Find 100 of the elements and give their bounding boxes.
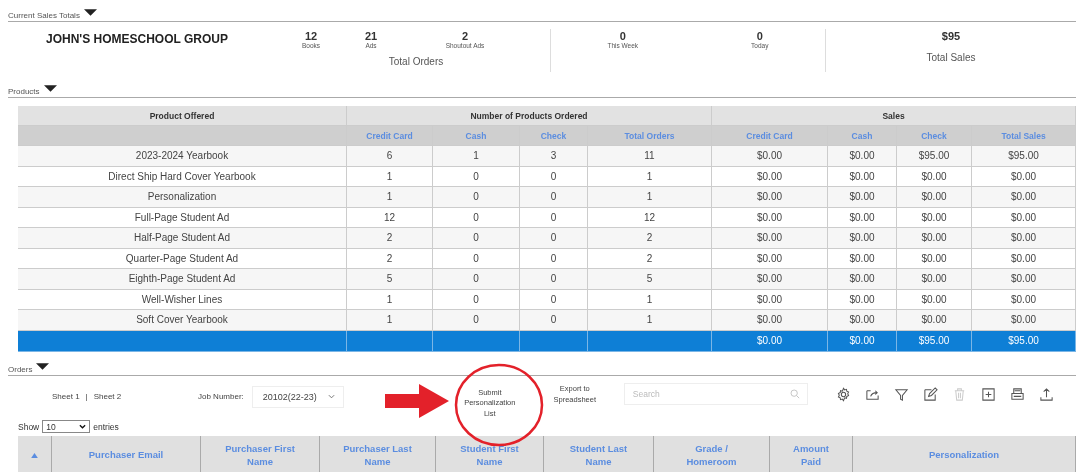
table-cell: $0.00 [828, 248, 897, 269]
column-header[interactable]: Credit Card [712, 126, 828, 146]
table-cell: $0.00 [712, 187, 828, 208]
table-cell: 0 [520, 289, 588, 310]
table-cell: Full-Page Student Ad [18, 207, 347, 228]
table-cell: $0.00 [972, 269, 1076, 290]
chevron-icon [327, 394, 335, 399]
sheet-link[interactable]: Sheet 1 [52, 392, 80, 401]
section-title: Current Sales Totals [8, 11, 80, 20]
table-cell: 1 [433, 146, 520, 167]
show-label: Show [18, 421, 40, 432]
search-field[interactable]: Search [623, 383, 808, 405]
table-cell: 1 [588, 166, 712, 187]
column-header[interactable]: Purchaser Email [52, 435, 201, 472]
table-cell: 0 [433, 166, 520, 187]
table-cell: 2 [347, 228, 433, 249]
filter-icon[interactable] [893, 386, 909, 402]
column-header[interactable]: Student Last Name [544, 435, 654, 472]
column-header[interactable]: Student First Name [436, 435, 544, 472]
table-cell: $0.00 [828, 269, 897, 290]
table-cell: $0.00 [828, 146, 897, 167]
table-cell: $0.00 [897, 207, 972, 228]
column-header[interactable]: Purchaser First Name [201, 435, 320, 472]
settings-icon[interactable] [835, 386, 851, 402]
table-cell: Personalization [18, 187, 347, 208]
table-cell: $0.00 [712, 248, 828, 269]
column-header[interactable]: Purchaser Last Name [320, 435, 436, 472]
table-cell: 1 [347, 187, 433, 208]
column-group-header: Sales [712, 106, 1076, 126]
table-cell: 2 [588, 248, 712, 269]
search-icon [789, 389, 800, 399]
stat-value: 2 [461, 30, 469, 42]
table-cell: Eighth-Page Student Ad [18, 269, 347, 290]
table-cell: $0.00 [972, 228, 1076, 249]
table-cell: 12 [347, 207, 433, 228]
page-size-select[interactable]: 10 [42, 420, 91, 433]
table-cell: 0 [433, 310, 520, 331]
column-header[interactable]: Credit Card [347, 126, 433, 146]
table-cell: 0 [433, 207, 520, 228]
collapse-icon[interactable] [36, 362, 50, 370]
table-cell: $0.00 [712, 146, 828, 167]
section-title: Products [8, 87, 40, 96]
collapse-icon[interactable] [43, 85, 57, 92]
entries-label: entries [93, 421, 119, 432]
printer-icon[interactable] [1009, 386, 1025, 402]
table-cell: $0.00 [712, 228, 828, 249]
table-cell: $95.00 [972, 146, 1076, 167]
table-cell: 2 [588, 228, 712, 249]
table-cell: 0 [433, 248, 520, 269]
table-cell: $95.00 [897, 146, 972, 167]
column-header[interactable]: Amount Paid [770, 435, 853, 472]
column-header[interactable]: Personalization [853, 435, 1076, 472]
table-cell: $0.00 [972, 187, 1076, 208]
column-header[interactable]: Check [520, 126, 588, 146]
add-icon[interactable] [980, 386, 996, 402]
table-cell: $0.00 [897, 187, 972, 208]
table-cell: $0.00 [828, 187, 897, 208]
table-cell: $0.00 [712, 289, 828, 310]
column-header[interactable]: Total Sales [972, 126, 1076, 146]
column-header[interactable]: Cash [433, 126, 520, 146]
table-cell: 12 [588, 207, 712, 228]
stat-value: 0 [756, 30, 763, 42]
table-cell: 0 [433, 289, 520, 310]
sheet-link[interactable]: Sheet 2 [93, 392, 122, 401]
column-group-header: Number of Products Ordered [347, 106, 712, 126]
edit-icon[interactable] [922, 386, 938, 402]
column-header[interactable]: Check [897, 126, 972, 146]
job-number-select[interactable]: 20102(22-23) [251, 385, 344, 408]
table-cell: $0.00 [828, 228, 897, 249]
table-cell: 2023-2024 Yearbook [18, 146, 347, 167]
table-cell: 5 [347, 269, 433, 290]
total-cell [520, 330, 588, 352]
total-sales-value: $95 [941, 30, 961, 42]
table-cell: 1 [588, 289, 712, 310]
table-cell: 11 [588, 146, 712, 167]
table-cell: $0.00 [828, 166, 897, 187]
table-cell: $0.00 [712, 269, 828, 290]
table-cell: 0 [520, 187, 588, 208]
column-header[interactable]: Total Orders [588, 126, 712, 146]
column-header[interactable]: Cash [828, 126, 897, 146]
table-cell: $0.00 [897, 166, 972, 187]
stat-value: 12 [304, 30, 318, 42]
table-cell: Soft Cover Yearbook [18, 310, 347, 331]
table-cell: 0 [433, 269, 520, 290]
table-cell: $0.00 [828, 289, 897, 310]
table-cell: 5 [588, 269, 712, 290]
collapse-icon[interactable] [83, 9, 97, 16]
table-cell: 0 [433, 187, 520, 208]
table-cell: Well-Wisher Lines [18, 289, 347, 310]
header-cell[interactable] [18, 435, 52, 472]
upload-icon[interactable] [1038, 386, 1054, 402]
sort-icon [31, 453, 38, 458]
table-cell: $0.00 [972, 289, 1076, 310]
column-header[interactable]: Grade / Homeroom [654, 435, 770, 472]
table-cell: $0.00 [712, 166, 828, 187]
separator: | [85, 392, 88, 401]
table-cell: 0 [520, 248, 588, 269]
total-cell: $0.00 [712, 330, 828, 352]
table-cell: 1 [347, 310, 433, 331]
table-cell: $0.00 [972, 207, 1076, 228]
